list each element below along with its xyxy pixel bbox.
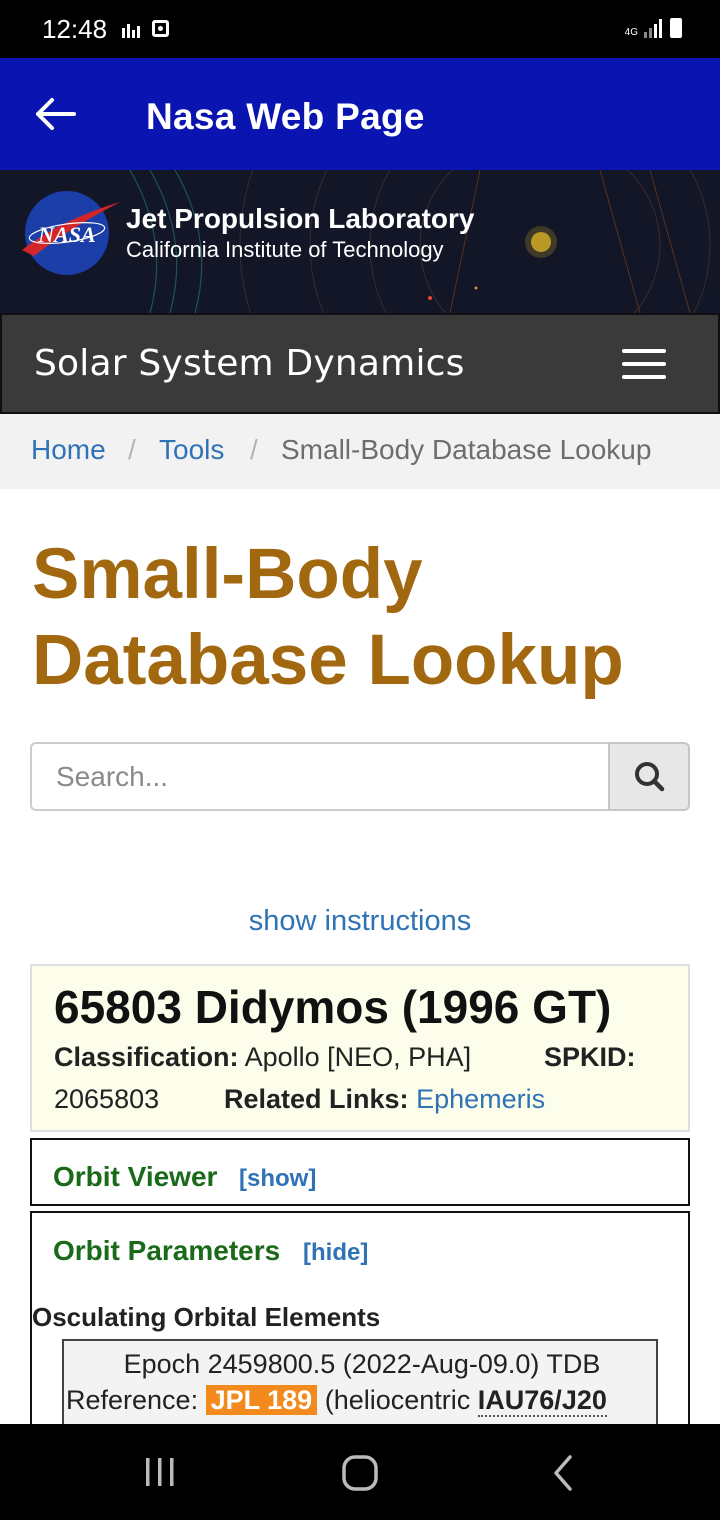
status-bar: 12:48 4G: [0, 0, 720, 58]
battery-icon: [670, 18, 682, 38]
breadcrumb: Home / Tools / Small-Body Database Looku…: [0, 414, 720, 489]
search-bar: [30, 742, 690, 811]
reference-text: (heliocentric: [324, 1385, 471, 1415]
orbit-parameters-title: Orbit Parameters: [53, 1235, 281, 1266]
ssd-title[interactable]: Solar System Dynamics: [34, 343, 465, 384]
home-icon[interactable]: [340, 1454, 380, 1492]
breadcrumb-tools[interactable]: Tools: [159, 434, 224, 466]
jpl-banner[interactable]: NASA Jet Propulsion Laboratory Californi…: [0, 170, 720, 313]
ssd-navbar: Solar System Dynamics: [0, 313, 720, 414]
search-input[interactable]: [30, 742, 609, 811]
spkid-value: 2065803: [54, 1084, 160, 1114]
breadcrumb-current: Small-Body Database Lookup: [281, 434, 652, 465]
network-type: 4G: [624, 27, 638, 38]
back-arrow-icon[interactable]: [30, 94, 80, 134]
spkid-label: SPKID:: [544, 1042, 636, 1072]
data-activity-icon: [122, 24, 140, 38]
app-bar: Nasa Web Page: [0, 58, 720, 170]
orbit-parameters-hide-toggle[interactable]: [hide]: [303, 1239, 368, 1267]
system-nav-bar: [0, 1424, 720, 1520]
jpl-solution-badge[interactable]: JPL 189: [205, 1385, 318, 1415]
menu-icon[interactable]: [622, 349, 668, 381]
orbit-viewer-panel: Orbit Viewer [show]: [30, 1138, 690, 1206]
screen-capture-icon: [152, 20, 169, 37]
orbit-viewer-show-toggle[interactable]: [show]: [239, 1165, 316, 1193]
reference-label: Reference:: [66, 1385, 199, 1415]
reference-frame[interactable]: IAU76/J20: [477, 1385, 607, 1417]
svg-text:NASA: NASA: [37, 222, 95, 247]
search-button[interactable]: [608, 742, 690, 811]
nasa-logo[interactable]: NASA: [20, 190, 120, 276]
breadcrumb-home[interactable]: Home: [31, 434, 106, 466]
ephemeris-link[interactable]: Ephemeris: [416, 1084, 545, 1114]
signal-icon: [644, 19, 662, 38]
page-title: Small-Body Database Lookup: [32, 535, 624, 700]
classification-label: Classification:: [54, 1042, 239, 1072]
jpl-title: Jet Propulsion Laboratory: [126, 203, 475, 234]
epoch-text: Epoch 2459800.5 (2022-Aug-09.0) TDB: [123, 1349, 601, 1379]
object-summary: 65803 Didymos (1996 GT) Classification: …: [30, 964, 690, 1132]
show-instructions-link[interactable]: show instructions: [0, 905, 720, 938]
osculating-elements-title: Osculating Orbital Elements: [32, 1302, 381, 1332]
breadcrumb-separator: /: [128, 434, 136, 465]
jpl-subtitle: California Institute of Technology: [126, 237, 444, 262]
status-time: 12:48: [42, 14, 108, 44]
object-name: 65803 Didymos (1996 GT): [54, 981, 612, 1033]
orbit-viewer-title: Orbit Viewer: [53, 1161, 218, 1192]
classification-value: Apollo [NEO, PHA]: [244, 1042, 472, 1072]
breadcrumb-separator: /: [250, 434, 258, 465]
recent-apps-icon[interactable]: [142, 1454, 178, 1490]
related-links-label: Related Links:: [224, 1084, 409, 1114]
back-icon[interactable]: [548, 1454, 578, 1492]
app-title: Nasa Web Page: [146, 96, 425, 137]
search-icon: [635, 762, 665, 792]
